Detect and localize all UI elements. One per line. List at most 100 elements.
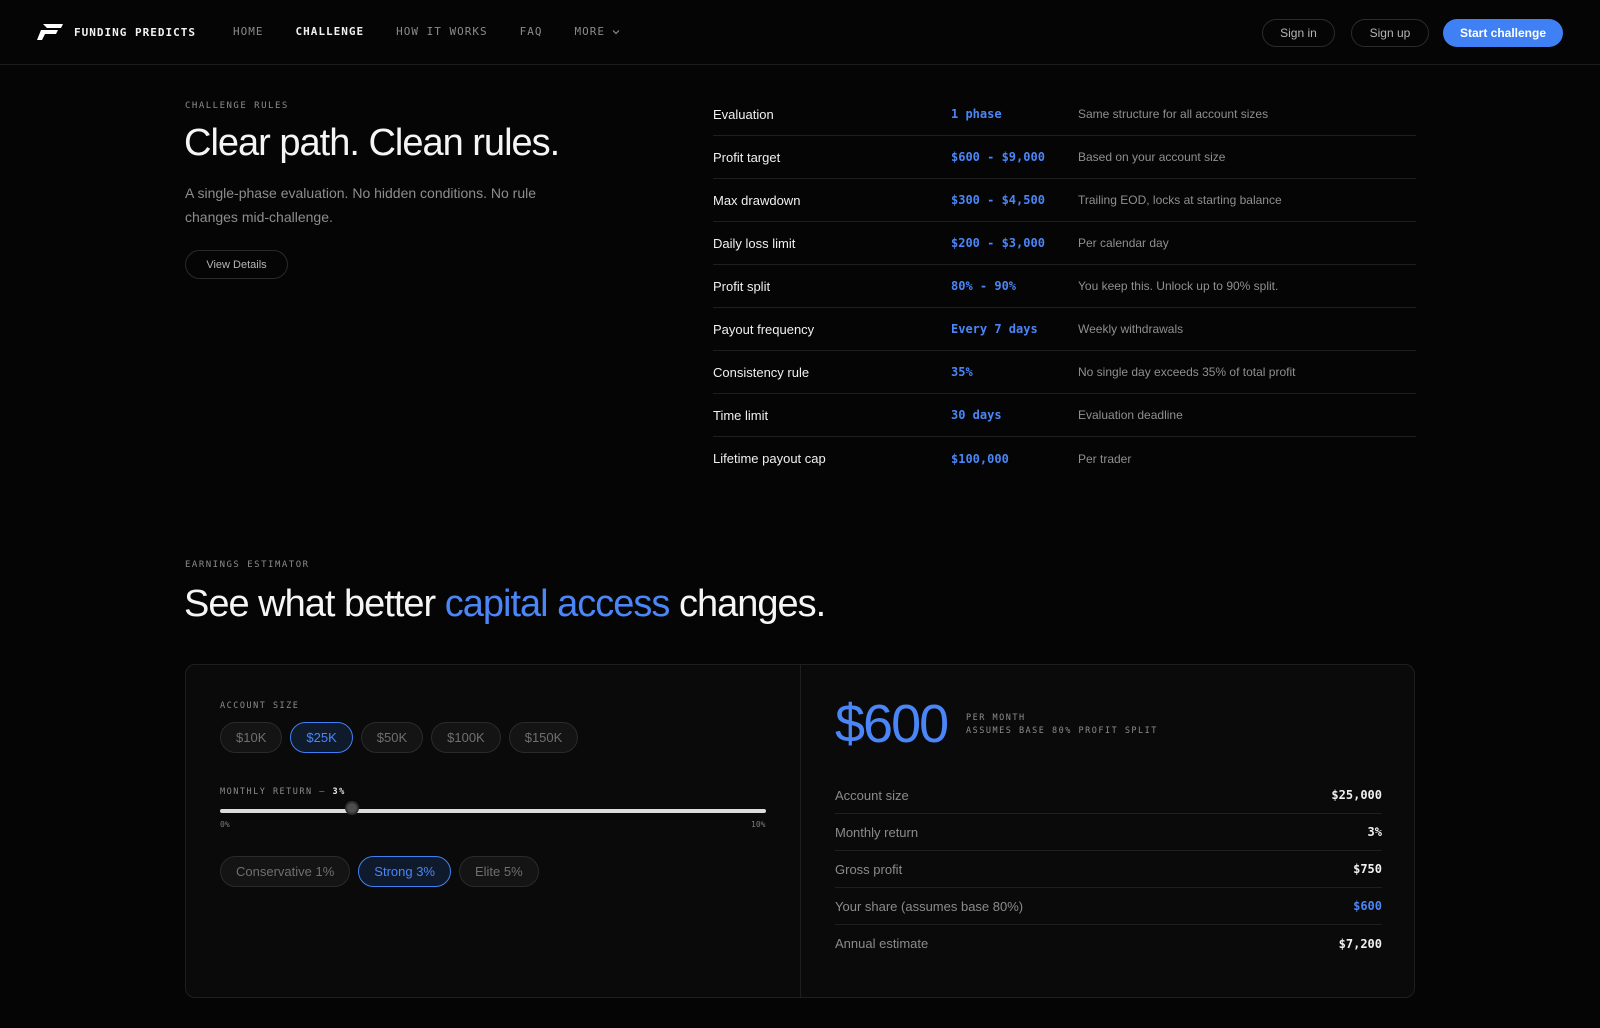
rule-description: Same structure for all account sizes [1078, 107, 1269, 121]
rule-value: 80% - 90% [951, 279, 1017, 293]
rules-table: Evaluation 1 phase Same structure for al… [713, 93, 1416, 480]
nav-link-challenge[interactable]: CHALLENGE [296, 25, 365, 38]
account-size-option[interactable]: $25K [290, 722, 353, 753]
monthly-return-slider[interactable] [220, 809, 766, 813]
nav-links: HOME CHALLENGE HOW IT WORKS FAQ MORE [233, 25, 652, 38]
nav-link-how-it-works[interactable]: HOW IT WORKS [396, 25, 487, 38]
view-details-button[interactable]: View Details [185, 250, 288, 279]
rules-lead: A single-phase evaluation. No hidden con… [185, 185, 537, 225]
nav-link-home[interactable]: HOME [233, 25, 264, 38]
slider-max-label: 10% [751, 820, 766, 829]
summary-row: Monthly return 3% [835, 814, 1382, 851]
chevron-down-icon [612, 29, 620, 34]
per-month-label: PER MONTH [966, 713, 1026, 723]
rule-name: Daily loss limit [713, 235, 796, 251]
rule-description: Based on your account size [1078, 150, 1226, 164]
rule-row: Payout frequency Every 7 days Weekly wit… [713, 308, 1416, 351]
rule-name: Profit target [713, 149, 781, 165]
rule-description: Per calendar day [1078, 236, 1169, 250]
estimator-results: $600 PER MONTH ASSUMES BASE 80% PROFIT S… [801, 665, 1414, 997]
summary-label: Gross profit [835, 861, 903, 877]
rule-name: Time limit [713, 407, 769, 423]
preset-conservative[interactable]: Conservative 1% [220, 856, 351, 887]
account-size-option[interactable]: $50K [360, 722, 424, 753]
summary-label: Monthly return [835, 824, 919, 840]
rule-row: Consistency rule 35% No single day excee… [713, 351, 1416, 394]
estimator-eyebrow: EARNINGS ESTIMATOR [185, 560, 310, 570]
earnings-estimator-card: ACCOUNT SIZE $10K $25K $50K $100K $150K … [185, 664, 1415, 998]
rule-description: You keep this. Unlock up to 90% split. [1078, 279, 1279, 293]
logo-icon [37, 24, 63, 40]
sign-up-button[interactable]: Sign up [1351, 19, 1429, 47]
rules-eyebrow: CHALLENGE RULES [185, 101, 289, 111]
rule-name: Lifetime payout cap [713, 451, 826, 466]
monthly-earnings-value: $600 [835, 694, 949, 754]
slider-min-label: 0% [220, 820, 230, 829]
profit-split-note: ASSUMES BASE 80% PROFIT SPLIT [966, 726, 1158, 736]
rule-row: Max drawdown $300 - $4,500 Trailing EOD,… [713, 179, 1416, 222]
summary-label: Your share (assumes base 80%) [835, 898, 1024, 914]
account-size-option[interactable]: $150K [508, 722, 579, 753]
account-size-option[interactable]: $10K [220, 722, 283, 753]
summary-value: $25,000 [1331, 788, 1382, 802]
monthly-return-label-text: MONTHLY RETURN — [220, 787, 333, 797]
estimator-title-pre: See what better [184, 583, 445, 625]
summary-row: Your share (assumes base 80%) $600 [835, 888, 1382, 925]
summary-value: $750 [1353, 862, 1382, 876]
return-presets: Conservative 1% Strong 3% Elite 5% [220, 856, 547, 887]
summary-label: Annual estimate [835, 936, 929, 951]
rule-name: Consistency rule [713, 364, 810, 380]
nav-link-more-label: MORE [574, 25, 605, 38]
rule-description: Trailing EOD, locks at starting balance [1078, 193, 1282, 207]
rule-description: No single day exceeds 35% of total profi… [1078, 365, 1296, 379]
rule-value: $200 - $3,000 [951, 236, 1045, 250]
rule-row: Lifetime payout cap $100,000 Per trader [713, 437, 1416, 480]
estimator-title-accent: capital access [444, 583, 671, 625]
monthly-earnings-meta: PER MONTH ASSUMES BASE 80% PROFIT SPLIT [966, 712, 1158, 738]
rule-value: 30 days [951, 408, 1002, 422]
summary-row: Account size $25,000 [835, 777, 1382, 814]
monthly-return-label: MONTHLY RETURN — 3% [220, 787, 346, 797]
preset-elite[interactable]: Elite 5% [458, 856, 539, 887]
rule-value: Every 7 days [951, 322, 1038, 336]
summary-value: 3% [1367, 825, 1382, 839]
summary-row: Gross profit $750 [835, 851, 1382, 888]
brand-name: FUNDING PREDICTS [74, 25, 196, 39]
rule-value: 35% [951, 365, 973, 379]
summary-value: $7,200 [1338, 936, 1382, 951]
rule-row: Time limit 30 days Evaluation deadline [713, 394, 1416, 437]
account-size-option[interactable]: $100K [431, 722, 501, 753]
brand-logo[interactable]: FUNDING PREDICTS [36, 23, 196, 41]
rule-value: 1 phase [951, 107, 1002, 121]
account-size-options: $10K $25K $50K $100K $150K [220, 722, 586, 753]
rules-title: Clear path. Clean rules. [184, 122, 560, 164]
summary-value: $600 [1353, 899, 1382, 913]
rule-description: Evaluation deadline [1078, 408, 1183, 422]
estimator-controls: ACCOUNT SIZE $10K $25K $50K $100K $150K … [186, 665, 801, 997]
nav-link-more[interactable]: MORE [574, 25, 620, 38]
rule-name: Payout frequency [713, 321, 815, 337]
nav-link-faq[interactable]: FAQ [520, 25, 543, 38]
rule-name: Evaluation [713, 106, 774, 122]
slider-thumb[interactable] [345, 801, 359, 815]
rule-row: Evaluation 1 phase Same structure for al… [713, 93, 1416, 136]
earnings-summary: Account size $25,000 Monthly return 3% G… [835, 777, 1382, 962]
monthly-return-value: 3% [332, 787, 346, 797]
rule-description: Per trader [1078, 451, 1132, 466]
estimator-title: See what better capital access changes. [184, 583, 826, 626]
start-challenge-button[interactable]: Start challenge [1443, 19, 1563, 47]
rule-value: $300 - $4,500 [951, 193, 1045, 207]
summary-label: Account size [835, 787, 909, 803]
account-size-label: ACCOUNT SIZE [220, 701, 300, 711]
rule-row: Daily loss limit $200 - $3,000 Per calen… [713, 222, 1416, 265]
rule-name: Max drawdown [713, 192, 801, 208]
summary-row: Annual estimate $7,200 [835, 925, 1382, 962]
rule-description: Weekly withdrawals [1078, 322, 1184, 336]
sign-in-button[interactable]: Sign in [1262, 19, 1335, 47]
rule-row: Profit split 80% - 90% You keep this. Un… [713, 265, 1416, 308]
preset-strong[interactable]: Strong 3% [358, 856, 451, 887]
rule-row: Profit target $600 - $9,000 Based on you… [713, 136, 1416, 179]
estimator-title-post: changes. [669, 583, 826, 625]
rule-value: $100,000 [951, 451, 1009, 466]
rule-name: Profit split [713, 278, 771, 294]
